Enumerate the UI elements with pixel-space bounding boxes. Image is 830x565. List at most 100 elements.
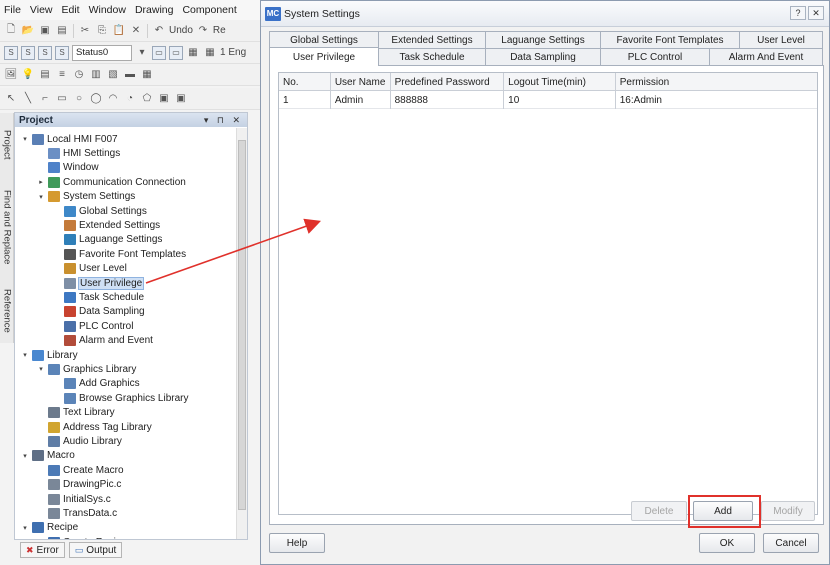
tree-item-data-sampling[interactable]: Data Sampling: [53, 305, 145, 319]
tab-user-privilege[interactable]: User Privilege: [269, 47, 379, 66]
tree-item-communication-connection[interactable]: ▸ Communication Connection: [37, 175, 186, 189]
tab-error[interactable]: ✖ Error: [20, 542, 65, 558]
tree-item-initialsys-c[interactable]: InitialSys.c: [37, 492, 111, 506]
polyline-icon[interactable]: ⌐: [38, 92, 52, 106]
sidetab-project[interactable]: Project: [0, 117, 14, 173]
help-icon[interactable]: ?: [790, 6, 806, 20]
picture-icon[interactable]: ▣: [157, 92, 171, 106]
bulb-icon[interactable]: 💡: [21, 68, 35, 82]
tree-item-create-recipe[interactable]: Create Recipe: [37, 535, 127, 539]
redo-label[interactable]: Re: [213, 25, 226, 36]
tree-item-recipe[interactable]: ▾ Recipe: [21, 521, 78, 535]
line-icon[interactable]: ╲: [21, 92, 35, 106]
sector-icon[interactable]: ◔: [123, 92, 137, 106]
dropdown-arrow-icon[interactable]: ▾: [135, 46, 149, 60]
menu-file[interactable]: File: [4, 4, 21, 16]
table-row[interactable]: 1 Admin 888888 10 16:Admin: [279, 91, 817, 109]
save-all-icon[interactable]: ▤: [55, 24, 69, 38]
tree-item-macro[interactable]: ▾ Macro: [21, 449, 75, 463]
ok-button[interactable]: OK: [699, 533, 755, 553]
ellipse-icon[interactable]: ○: [72, 92, 86, 106]
tab-output[interactable]: ▭ Output: [68, 542, 123, 558]
tree-item-user-level[interactable]: User Level: [53, 262, 127, 276]
align-icon[interactable]: ≡: [55, 68, 69, 82]
tree-item-transdata-c[interactable]: TransData.c: [37, 506, 117, 520]
chart-bar-icon[interactable]: ▥: [89, 68, 103, 82]
tab-data-sampling[interactable]: Data Sampling: [485, 48, 601, 65]
open-folder-icon[interactable]: 📂: [21, 24, 35, 38]
cell-permission[interactable]: 16:Admin: [616, 91, 817, 109]
tree-item-add-graphics[interactable]: Add Graphics: [53, 377, 140, 391]
sidetab-find-replace[interactable]: Find and Replace: [0, 177, 14, 277]
tab-plc-control[interactable]: PLC Control: [600, 48, 710, 65]
cell-no[interactable]: 1: [279, 91, 331, 109]
tree-item-library[interactable]: ▾ Library: [21, 348, 78, 362]
tree-item-task-schedule[interactable]: Task Schedule: [53, 290, 144, 304]
column-header-logout-time[interactable]: Logout Time(min): [504, 73, 616, 91]
tree-item-user-privilege[interactable]: User Privilege: [53, 276, 145, 290]
sidetab-reference[interactable]: Reference: [0, 281, 14, 341]
cell-user-name[interactable]: Admin: [331, 91, 391, 109]
panel-controls[interactable]: ▾ ⊓ ✕: [204, 115, 243, 126]
new-file-icon[interactable]: 🗋: [4, 24, 18, 38]
delete-x-icon[interactable]: ✕: [129, 24, 143, 38]
grid-alt-icon[interactable]: ▦: [203, 46, 217, 60]
tree-item-window[interactable]: Window: [37, 161, 99, 175]
polygon-icon[interactable]: ⬠: [140, 92, 154, 106]
frame-alt-icon[interactable]: ▭: [169, 45, 183, 60]
project-scrollbar[interactable]: [236, 128, 247, 539]
collapse-icon[interactable]: ▾: [37, 193, 45, 201]
scrollbar-thumb[interactable]: [238, 140, 246, 510]
cell-logout-time[interactable]: 10: [504, 91, 616, 109]
column-header-user-name[interactable]: User Name: [331, 73, 391, 91]
expand-icon[interactable]: ▸: [37, 178, 45, 186]
tab-user-level[interactable]: User Level: [739, 31, 823, 48]
tree-item-system-settings[interactable]: ▾ System Settings: [37, 190, 135, 204]
modify-button[interactable]: Modify: [761, 501, 815, 521]
redo-icon[interactable]: ↷: [196, 24, 210, 38]
tree-item-text-library[interactable]: Text Library: [37, 406, 115, 420]
line-width-icon[interactable]: ▬: [123, 68, 137, 82]
clock-icon[interactable]: ◷: [72, 68, 86, 82]
paste-icon[interactable]: 📋: [112, 24, 126, 38]
collapse-icon[interactable]: ▾: [21, 351, 29, 359]
menu-edit[interactable]: Edit: [62, 4, 80, 16]
collapse-icon[interactable]: ▾: [37, 365, 45, 373]
arc-icon[interactable]: ◠: [106, 92, 120, 106]
state-s1-icon[interactable]: S: [21, 45, 35, 60]
tree-item-browse-graphics-library[interactable]: Browse Graphics Library: [53, 391, 188, 405]
column-header-password[interactable]: Predefined Password: [391, 73, 505, 91]
tree-item-laguange-settings[interactable]: Laguange Settings: [53, 233, 162, 247]
column-header-no[interactable]: No.: [279, 73, 331, 91]
tree-item-graphics-library[interactable]: ▾ Graphics Library: [37, 362, 136, 376]
collapse-icon[interactable]: ▾: [21, 135, 29, 143]
tree-item-create-macro[interactable]: Create Macro: [37, 463, 124, 477]
circle-icon[interactable]: ◯: [89, 92, 103, 106]
cut-icon[interactable]: ✂: [78, 24, 92, 38]
tab-language-settings[interactable]: Laguange Settings: [485, 31, 601, 48]
tab-alarm-and-event[interactable]: Alarm And Event: [709, 48, 823, 65]
picture-alt-icon[interactable]: ▣: [174, 92, 188, 106]
tree-item-audio-library[interactable]: Audio Library: [37, 434, 122, 448]
menu-view[interactable]: View: [30, 4, 53, 16]
help-button[interactable]: Help: [269, 533, 325, 553]
text-format-icon[interactable]: ▤: [38, 68, 52, 82]
color-palette-icon[interactable]: ▧: [106, 68, 120, 82]
delete-button[interactable]: Delete: [631, 501, 687, 521]
close-icon[interactable]: ✕: [808, 6, 824, 20]
state-s3-icon[interactable]: S: [55, 45, 69, 60]
undo-label[interactable]: Undo: [169, 25, 193, 36]
collapse-icon[interactable]: ▾: [21, 524, 29, 532]
collapse-icon[interactable]: ▾: [21, 452, 29, 460]
tab-extended-settings[interactable]: Extended Settings: [378, 31, 486, 48]
tree-item-extended-settings[interactable]: Extended Settings: [53, 218, 160, 232]
tree-item-alarm-and-event[interactable]: Alarm and Event: [53, 334, 153, 348]
tree-item-drawingpic-c[interactable]: DrawingPic.c: [37, 478, 121, 492]
menu-window[interactable]: Window: [89, 4, 126, 16]
copy-icon[interactable]: ⎘: [95, 24, 109, 38]
language-label[interactable]: 1 Eng: [220, 47, 246, 58]
column-header-permission[interactable]: Permission: [616, 73, 817, 91]
cancel-button[interactable]: Cancel: [763, 533, 819, 553]
status-combo[interactable]: Status0: [72, 44, 132, 61]
menu-drawing[interactable]: Drawing: [135, 4, 174, 16]
